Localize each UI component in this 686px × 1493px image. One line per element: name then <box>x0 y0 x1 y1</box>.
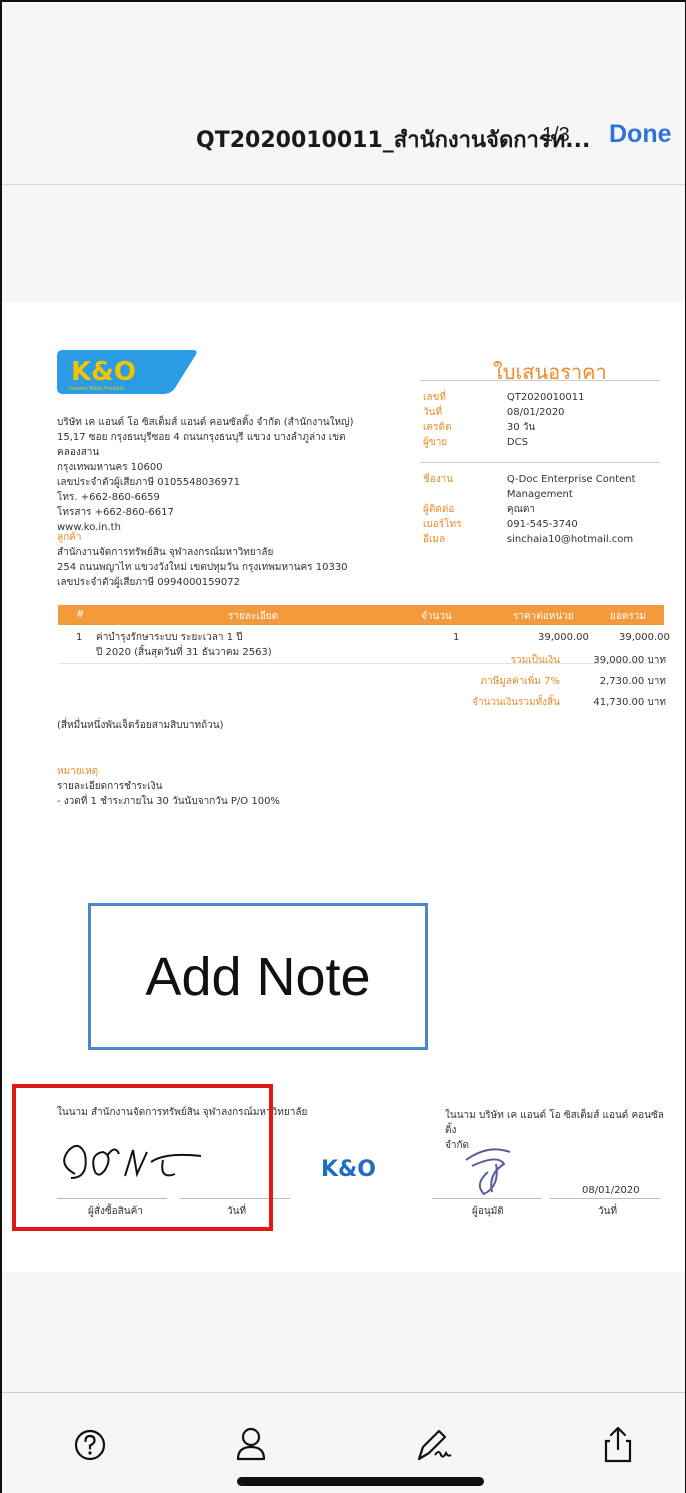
page-gutter-bottom <box>2 1272 685 1392</box>
meta-row: วันที่ 08/01/2020 <box>423 405 663 420</box>
meta-value: 091-545-3740 <box>506 519 578 530</box>
share-icon[interactable] <box>596 1423 640 1467</box>
meta-row: เครดิต 30 วัน <box>423 420 663 435</box>
company-line: บริษัท เค แอนด์ โอ ซิสเต็มส์ แอนด์ คอนซั… <box>57 417 354 428</box>
customer-line: สำนักงานจัดการทรัพย์สิน จุฬาลงกรณ์มหาวิท… <box>57 547 274 558</box>
company-line: เลขประจำตัวผู้เสียภาษี 0105548036971 <box>57 477 240 488</box>
item-desc: ค่าบำรุงรักษาระบบ ระยะเวลา 1 ปี <box>96 632 243 643</box>
col-unit-price: ราคาต่อหน่วย <box>513 611 574 622</box>
home-indicator <box>237 1477 484 1486</box>
meta-value: DCS <box>506 437 528 448</box>
meta-value: 08/01/2020 <box>506 407 565 418</box>
items-table-header: # รายละเอียด จำนวน ราคาต่อหน่วย ยอดรวม <box>58 605 664 625</box>
company-line: โทร. +662-860-6659 <box>57 492 160 503</box>
meta-value: 30 วัน <box>506 422 536 433</box>
page-gutter-top <box>2 185 685 302</box>
navigation-bar <box>2 2 685 185</box>
col-no: # <box>76 609 85 620</box>
signature-right-label: ผู้อนุมัติ <box>472 1206 504 1217</box>
total-row: รวมเป็นเงิน 39,000.00 บาท <box>430 650 666 671</box>
meta-row: อีเมล sinchaia10@hotmail.com <box>423 532 663 547</box>
company-line: www.ko.in.th <box>57 522 121 533</box>
signature-right-date-label: วันที่ <box>598 1206 618 1217</box>
company-logo: K&O Passion Make Possible <box>57 350 197 394</box>
signature-right-date: 08/01/2020 <box>582 1185 640 1196</box>
total-key: รวมเป็นเงิน <box>510 655 560 666</box>
meta-key <box>423 487 507 502</box>
total-key: จำนวนเงินรวมทั้งสิ้น <box>472 697 560 708</box>
totals: รวมเป็นเงิน 39,000.00 บาท ภาษีมูลค่าเพิ่ม… <box>430 650 666 713</box>
total-row: ภาษีมูลค่าเพิ่ม 7% 2,730.00 บาท <box>430 671 666 692</box>
signature-highlight-box <box>12 1084 273 1231</box>
meta-key: วันที่ <box>423 407 443 418</box>
signature-right-title-line: ในนาม บริษัท เค แอนด์ โอ ซิสเต็มส์ แอนด์… <box>445 1110 664 1136</box>
logo-text: K&O <box>71 357 136 387</box>
meta-key: เครดิต <box>423 422 452 433</box>
item-unit-price: 39,000.00 <box>538 632 589 643</box>
divider <box>420 380 660 381</box>
add-note-button[interactable]: Add Note <box>88 903 428 1050</box>
total-value: 41,730.00 บาท <box>593 697 666 708</box>
col-desc: รายละเอียด <box>228 611 279 622</box>
meta-row: ชื่องาน Q-Doc Enterprise Content <box>423 472 663 487</box>
quotation-title: ใบเสนอราคา <box>493 360 607 384</box>
remarks-line: - งวดที่ 1 ชำระภายใน 30 วันนับจากวัน P/O… <box>57 796 280 807</box>
meta-row: ผู้ติดต่อ คุณตา <box>423 502 663 517</box>
quote-meta-top: เลขที่ QT2020010011 วันที่ 08/01/2020 เครด… <box>423 390 663 450</box>
total-value: 39,000.00 บาท <box>593 655 666 666</box>
meta-row: เลขที่ QT2020010011 <box>423 390 663 405</box>
meta-value: Q-Doc Enterprise Content <box>506 474 636 485</box>
meta-row: Management <box>423 487 663 502</box>
meta-key: ผู้ขาย <box>423 437 448 448</box>
meta-value: sinchaia10@hotmail.com <box>506 534 634 545</box>
customer-line: 254 ถนนพญาไท แขวงวังใหม่ เขตปทุมวัน กรุง… <box>57 562 348 573</box>
col-amount: ยอดรวม <box>610 611 646 622</box>
done-button[interactable]: Done <box>609 120 672 149</box>
person-icon[interactable] <box>229 1423 273 1467</box>
logo-tagline: Passion Make Possible <box>69 386 124 392</box>
mini-logo-text: K&O <box>321 1157 376 1178</box>
customer-label: ลูกค้า <box>57 532 82 543</box>
company-line: 15,17 ซอย กรุงธนบุรีซอย 4 ถนนกรุงธนบุรี … <box>57 432 346 458</box>
meta-key: เลขที่ <box>423 392 446 403</box>
meta-row: ผู้ขาย DCS <box>423 435 663 450</box>
meta-value: คุณตา <box>506 504 535 515</box>
divider <box>420 462 660 463</box>
item-qty: 1 <box>453 632 460 643</box>
meta-value: QT2020010011 <box>506 392 585 403</box>
signature-icon[interactable] <box>413 1423 457 1467</box>
total-value: 2,730.00 บาท <box>599 676 666 687</box>
company-line: โทรสาร +662-860-6617 <box>57 507 174 518</box>
remarks-label: หมายเหตุ <box>57 766 99 777</box>
item-amount: 39,000.00 <box>619 632 670 643</box>
customer-info: สำนักงานจัดการทรัพย์สิน จุฬาลงกรณ์มหาวิท… <box>57 545 387 590</box>
meta-row: เบอร์โทร 091-545-3740 <box>423 517 663 532</box>
customer-line: เลขประจำตัวผู้เสียภาษี 0994000159072 <box>57 577 240 588</box>
document-title: QT2020010011_สำนักงานจัดการท... <box>196 128 591 153</box>
col-qty: จำนวน <box>421 611 452 622</box>
meta-key: ผู้ติดต่อ <box>423 504 455 515</box>
page-counter: 1/3 <box>542 124 570 146</box>
quote-meta-bottom: ชื่องาน Q-Doc Enterprise Content Manageme… <box>423 472 663 547</box>
remarks-line: รายละเอียดการชำระเงิน <box>57 781 163 792</box>
meta-key: อีเมล <box>423 534 446 545</box>
signature-line <box>432 1198 542 1199</box>
total-key: ภาษีมูลค่าเพิ่ม 7% <box>480 676 560 687</box>
total-row: จำนวนเงินรวมทั้งสิ้น 41,730.00 บาท <box>430 692 666 713</box>
meta-value: Management <box>506 489 573 500</box>
signature-handwritten-right <box>465 1148 511 1196</box>
company-line: กรุงเทพมหานคร 10600 <box>57 462 163 473</box>
company-stamp-logo: K&O <box>321 1157 376 1178</box>
remarks: รายละเอียดการชำระเงิน - งวดที่ 1 ชำระภาย… <box>57 779 387 809</box>
date-line <box>550 1198 660 1199</box>
item-no: 1 <box>76 632 83 643</box>
meta-key: เบอร์โทร <box>423 519 462 530</box>
item-desc: ปี 2020 (สิ้นสุดวันที่ 31 ธันวาคม 2563) <box>96 647 272 658</box>
meta-key: ชื่องาน <box>423 474 454 485</box>
company-info: บริษัท เค แอนด์ โอ ซิสเต็มส์ แอนด์ คอนซั… <box>57 415 387 535</box>
help-icon[interactable] <box>68 1423 112 1467</box>
amount-in-words: (สี่หมื่นหนึ่งพันเจ็ดร้อยสามสิบบาทถ้วน) <box>57 720 224 731</box>
